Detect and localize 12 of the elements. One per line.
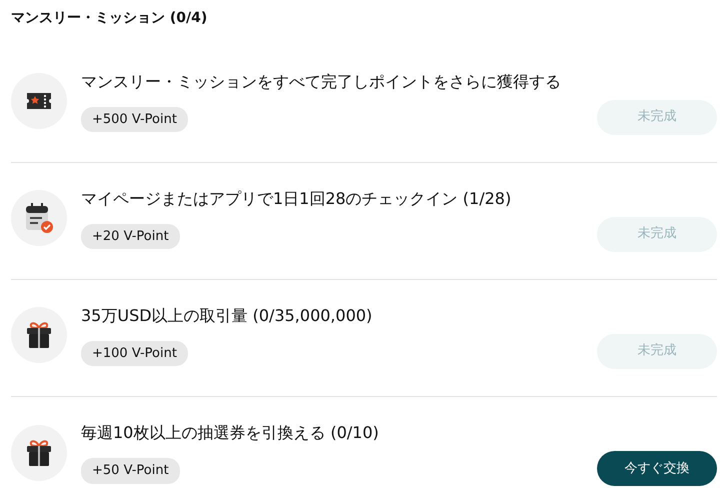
gift-icon [24,319,54,351]
reward-tag: +100 V-Point [81,340,188,366]
mission-title: マンスリー・ミッションをすべて完了しポイントをさらに獲得する [81,70,562,93]
reward-tag: +50 V-Point [81,458,180,484]
exchange-button[interactable]: 今すぐ交換 [597,451,717,486]
mission-title: 毎週10枚以上の抽選券を引換える (0/10) [81,422,380,444]
reward-tag: +20 V-Point [81,224,180,250]
calendar-icon [23,201,55,235]
reward-tag: +500 V-Point [81,106,188,132]
mission-title: マイページまたはアプリで1日1回28のチェックイン (1/28) [81,188,512,210]
mission-title: 35万USD以上の取引量 (0/35,000,000) [81,304,374,327]
section-title: マンスリー・ミッション (0/4) [11,9,208,28]
